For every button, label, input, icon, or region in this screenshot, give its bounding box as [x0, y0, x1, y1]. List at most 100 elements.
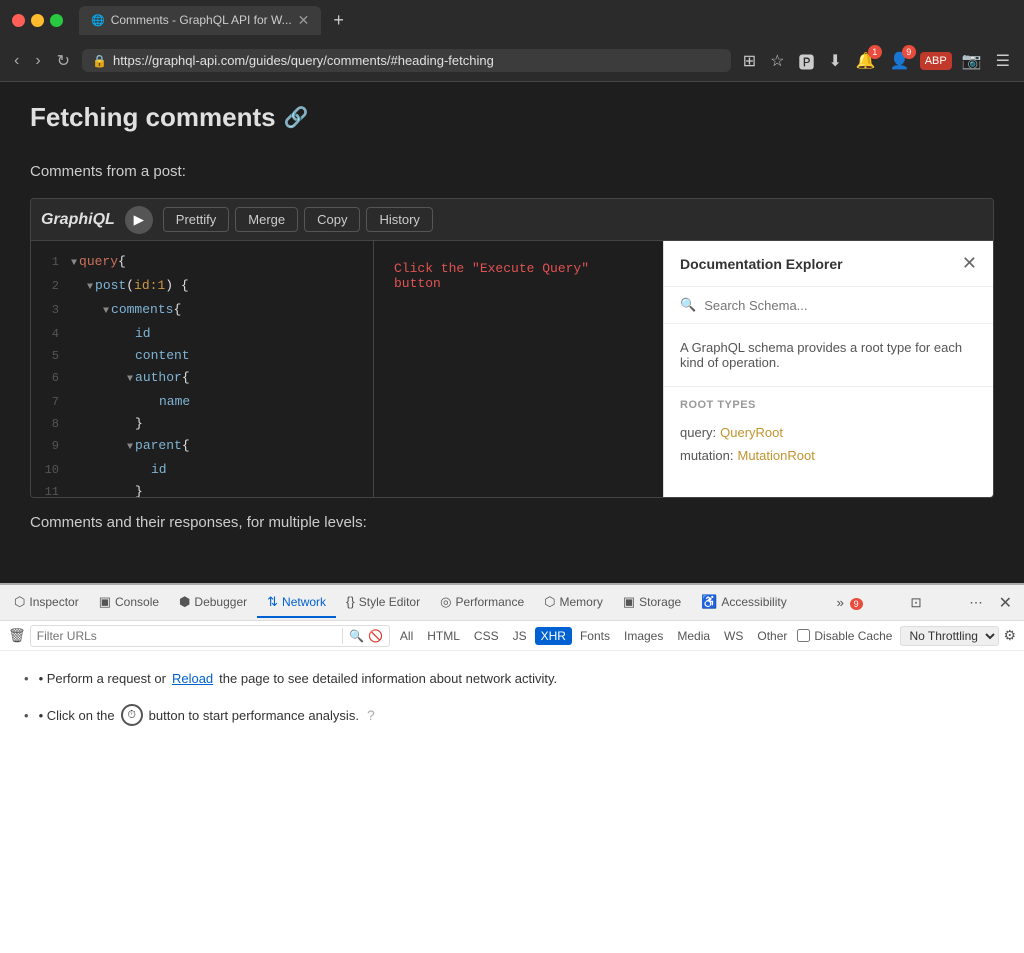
title-bar: 🌐 Comments - GraphQL API for W... ✕ +: [0, 0, 1024, 40]
tab-performance[interactable]: ◎ Performance: [430, 588, 534, 618]
code-line-7: 7 name: [31, 391, 373, 413]
filter-ws-button[interactable]: WS: [718, 627, 749, 645]
hint1-post-text: the page to see detailed information abo…: [219, 671, 557, 686]
doc-explorer-close-button[interactable]: ✕: [962, 253, 977, 274]
copy-button[interactable]: Copy: [304, 207, 360, 232]
graphiql-logo: GraphiQL: [41, 211, 115, 229]
code-line-9: 9 ▼ parent {: [31, 435, 373, 459]
merge-button[interactable]: Merge: [235, 207, 298, 232]
code-line-1: 1 ▼ query {: [31, 251, 373, 275]
minimize-traffic-light[interactable]: [31, 14, 44, 27]
tab-accessibility[interactable]: ♿ Accessibility: [691, 588, 797, 618]
network-settings-button[interactable]: ⚙: [1003, 627, 1016, 644]
graphiql-result-pane: Click the "Execute Query" button: [373, 241, 663, 497]
style-editor-icon: {}: [346, 594, 355, 609]
accessibility-icon: ♿: [701, 594, 717, 610]
devtools-options-button[interactable]: ⋯: [961, 591, 990, 615]
devtools-more-tabs-button[interactable]: » 9: [828, 591, 870, 614]
tab-debugger[interactable]: ⬢ Debugger: [169, 588, 257, 618]
prettify-button[interactable]: Prettify: [163, 207, 229, 232]
disable-cache-label: Disable Cache: [814, 629, 892, 643]
notification-badge: 1: [868, 45, 882, 59]
help-icon[interactable]: ?: [367, 707, 375, 723]
devtools-responsive-button[interactable]: ⊡: [902, 591, 929, 615]
code-line-2: 2 ▼ post(id:1) {: [31, 275, 373, 299]
filter-url-input[interactable]: [37, 629, 336, 643]
clear-network-icon[interactable]: 🗑: [8, 627, 26, 644]
graphiql-toolbar: GraphiQL ▶ Prettify Merge Copy History: [31, 199, 993, 241]
hint2-pre-text: • Click on the: [39, 708, 115, 723]
devtools-content: • • Perform a request or Reload the page…: [0, 651, 1024, 953]
download-button[interactable]: ⬇: [824, 47, 845, 75]
close-traffic-light[interactable]: [12, 14, 25, 27]
containers-button[interactable]: ⊞: [739, 47, 760, 75]
graphiql-container: GraphiQL ▶ Prettify Merge Copy History 1…: [30, 198, 994, 498]
doc-mutation-value[interactable]: MutationRoot: [737, 448, 814, 463]
doc-search-input[interactable]: [704, 298, 977, 313]
doc-explorer-header: Documentation Explorer ✕: [664, 241, 993, 287]
filter-all-button[interactable]: All: [394, 627, 419, 645]
tab-console-label: Console: [115, 595, 159, 609]
filter-separator: [342, 628, 343, 644]
debugger-icon: ⬢: [179, 594, 190, 610]
filter-fonts-button[interactable]: Fonts: [574, 627, 616, 645]
filter-html-button[interactable]: HTML: [421, 627, 466, 645]
screenshot-button[interactable]: 📷: [958, 47, 986, 75]
tab-performance-label: Performance: [455, 595, 524, 609]
filter-media-button[interactable]: Media: [671, 627, 716, 645]
address-bar[interactable]: 🔒 https://graphql-api.com/guides/query/c…: [82, 49, 731, 72]
extension-button[interactable]: ABP: [920, 52, 952, 70]
throttle-selector[interactable]: No Throttling: [900, 626, 999, 646]
tab-storage[interactable]: ▣ Storage: [613, 588, 691, 618]
tab-console[interactable]: ▣ Console: [89, 588, 169, 618]
pocket-button[interactable]: 🅿: [794, 45, 818, 77]
filter-js-button[interactable]: JS: [507, 627, 533, 645]
menu-button[interactable]: ☰: [992, 47, 1014, 75]
tab-debugger-label: Debugger: [194, 595, 247, 609]
notification-button[interactable]: 🔔 1: [852, 47, 880, 75]
bookmark-button[interactable]: ☆: [766, 47, 788, 75]
account-button[interactable]: 👤 9: [886, 47, 914, 75]
reload-button[interactable]: ↻: [53, 47, 74, 75]
performance-icon: ◎: [440, 594, 451, 610]
tab-inspector[interactable]: ⬡ Inspector: [4, 588, 89, 618]
tab-memory[interactable]: ⬡ Memory: [534, 588, 613, 618]
storage-icon: ▣: [623, 594, 635, 610]
tab-storage-label: Storage: [639, 595, 681, 609]
filter-type-buttons: All HTML CSS JS XHR Fonts Images Media W…: [394, 627, 793, 645]
back-button[interactable]: ‹: [10, 48, 23, 74]
tab-bar: 🌐 Comments - GraphQL API for W... ✕ +: [79, 6, 1012, 35]
tab-network[interactable]: ⇅ Network: [257, 588, 336, 618]
heading-anchor[interactable]: 🔗: [284, 105, 309, 130]
tab-network-label: Network: [282, 595, 326, 609]
performance-analysis-icon: ⏱: [121, 704, 143, 726]
active-tab[interactable]: 🌐 Comments - GraphQL API for W... ✕: [79, 6, 321, 35]
filter-search-icon[interactable]: 🔍: [349, 629, 364, 643]
tab-close-button[interactable]: ✕: [298, 12, 310, 29]
doc-search-icon: 🔍: [680, 297, 696, 313]
reload-page-button[interactable]: Reload: [172, 671, 213, 686]
disable-cache-checkbox[interactable]: Disable Cache: [797, 629, 892, 643]
new-tab-button[interactable]: +: [325, 10, 352, 31]
filter-block-icon[interactable]: 🚫: [368, 629, 383, 643]
traffic-lights: [12, 14, 63, 27]
doc-query-value[interactable]: QueryRoot: [720, 425, 783, 440]
maximize-traffic-light[interactable]: [50, 14, 63, 27]
filter-xhr-button[interactable]: XHR: [535, 627, 572, 645]
tab-accessibility-label: Accessibility: [721, 595, 786, 609]
tab-favicon: 🌐: [91, 14, 105, 27]
filter-css-button[interactable]: CSS: [468, 627, 505, 645]
doc-mutation-key: mutation:: [680, 448, 733, 463]
filter-images-button[interactable]: Images: [618, 627, 669, 645]
doc-type-query: query: QueryRoot: [680, 425, 977, 440]
disable-cache-input[interactable]: [797, 629, 810, 642]
forward-button[interactable]: ›: [31, 48, 44, 74]
code-editor: 1 ▼ query { 2 ▼ post(id:1) { 3 ▼ c: [31, 251, 373, 497]
execute-query-button[interactable]: ▶: [125, 206, 153, 234]
devtools-close-button[interactable]: ✕: [991, 589, 1020, 617]
filter-other-button[interactable]: Other: [751, 627, 793, 645]
graphiql-editor[interactable]: 1 ▼ query { 2 ▼ post(id:1) { 3 ▼ c: [31, 241, 373, 497]
history-button[interactable]: History: [366, 207, 432, 232]
tab-style-editor[interactable]: {} Style Editor: [336, 588, 430, 617]
page-content: Fetching comments 🔗 Comments from a post…: [0, 82, 1024, 567]
